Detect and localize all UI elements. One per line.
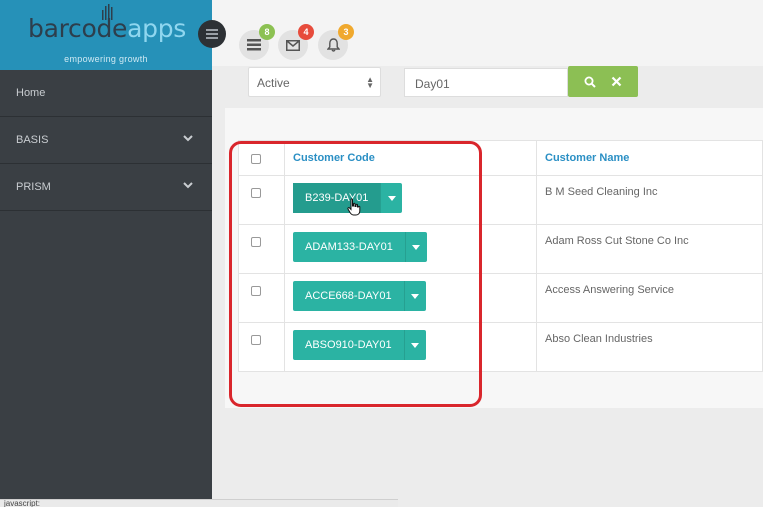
customer-code-cell: ADAM133-DAY01	[284, 224, 537, 274]
messages-button[interactable]: 4	[278, 24, 314, 60]
customer-name-cell: Abso Clean Industries	[536, 322, 763, 372]
column-header-customer-name[interactable]: Customer Name	[536, 140, 763, 176]
customer-name-cell: Access Answering Service	[536, 273, 763, 323]
brand-tagline: empowering growth	[64, 54, 148, 64]
table-row: ABSO910-DAY01 Abso Clean Industries	[238, 322, 763, 372]
logo-apps-text: apps	[127, 14, 186, 43]
customer-code-cell: ABSO910-DAY01	[284, 322, 537, 372]
bell-icon	[326, 38, 340, 52]
caret-down-icon[interactable]	[404, 232, 427, 262]
brand-logo: barcodeapps	[28, 14, 186, 43]
top-header: 8 4 3	[198, 0, 763, 66]
customer-code-label[interactable]: ADAM133-DAY01	[293, 232, 405, 262]
search-input[interactable]: Day01	[404, 68, 568, 97]
table-row: ACCE668-DAY01 Access Answering Service	[238, 273, 763, 323]
customer-code-cell: ACCE668-DAY01	[284, 273, 537, 323]
row-check-cell	[238, 224, 285, 274]
search-input-value: Day01	[415, 77, 450, 91]
close-icon[interactable]	[611, 76, 622, 87]
menu-toggle-button[interactable]	[198, 20, 226, 48]
row-check-cell	[238, 322, 285, 372]
sidebar-item-basis[interactable]: BASIS	[0, 117, 212, 164]
customer-code-label[interactable]: B239-DAY01	[293, 183, 381, 213]
status-select-value: Active	[257, 76, 290, 90]
row-checkbox[interactable]	[251, 286, 261, 296]
customer-code-label[interactable]: ACCE668-DAY01	[293, 281, 404, 311]
browser-status-bar: javascript:	[0, 499, 398, 507]
sidebar: barcodeapps empowering growth Home BASIS…	[0, 0, 212, 507]
envelope-icon	[286, 39, 300, 51]
sidebar-item-prism[interactable]: PRISM	[0, 164, 212, 211]
customer-name-cell: Adam Ross Cut Stone Co Inc	[536, 224, 763, 274]
select-all-cell	[238, 140, 285, 176]
sidebar-item-label: Home	[16, 87, 46, 99]
messages-badge: 4	[298, 24, 314, 40]
row-check-cell	[238, 273, 285, 323]
sidebar-item-label: PRISM	[16, 181, 51, 193]
row-check-cell	[238, 175, 285, 225]
customer-code-button[interactable]: ABSO910-DAY01	[293, 330, 426, 360]
tasks-button[interactable]: 8	[239, 24, 275, 60]
row-checkbox[interactable]	[251, 335, 261, 345]
chevron-down-icon	[183, 182, 193, 189]
notifications-badge: 3	[338, 24, 354, 40]
select-all-checkbox[interactable]	[251, 154, 261, 164]
caret-down-icon[interactable]	[403, 330, 426, 360]
sidebar-item-home[interactable]: Home	[0, 70, 212, 117]
row-checkbox[interactable]	[251, 237, 261, 247]
customer-table: Customer Code Customer Name B239-DAY01 B…	[238, 140, 763, 372]
caret-down-icon[interactable]	[380, 183, 402, 213]
customer-code-button[interactable]: ACCE668-DAY01	[293, 281, 426, 311]
brand-header[interactable]: barcodeapps empowering growth	[0, 0, 212, 70]
search-button-group	[568, 66, 638, 97]
customer-code-label[interactable]: ABSO910-DAY01	[293, 330, 404, 360]
customer-code-button[interactable]: ADAM133-DAY01	[293, 232, 427, 262]
customer-name-cell: B M Seed Cleaning Inc	[536, 175, 763, 225]
hamburger-icon	[206, 29, 218, 39]
logo-barcode-text: barcode	[28, 14, 128, 43]
table-header-row: Customer Code Customer Name	[238, 140, 763, 176]
hand-cursor-icon	[347, 198, 361, 216]
search-icon[interactable]	[584, 76, 596, 88]
chevron-down-icon	[183, 135, 193, 142]
column-header-customer-code[interactable]: Customer Code	[284, 140, 537, 176]
tasks-badge: 8	[259, 24, 275, 40]
status-select[interactable]: Active ▲ ▼	[248, 67, 381, 97]
customer-code-cell: B239-DAY01	[284, 175, 537, 225]
select-arrows-icon: ▲ ▼	[366, 75, 374, 90]
notifications-button[interactable]: 3	[318, 24, 354, 60]
table-row: ADAM133-DAY01 Adam Ross Cut Stone Co Inc	[238, 224, 763, 274]
caret-down-icon[interactable]	[403, 281, 426, 311]
list-icon	[247, 39, 261, 51]
sidebar-item-label: BASIS	[16, 134, 49, 146]
row-checkbox[interactable]	[251, 188, 261, 198]
table-row: B239-DAY01 B M Seed Cleaning Inc	[238, 175, 763, 225]
